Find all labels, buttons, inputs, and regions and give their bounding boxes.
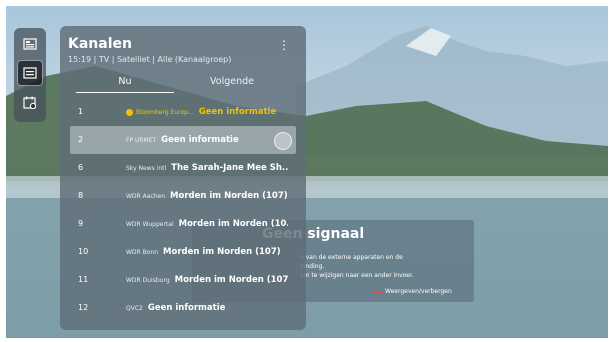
channel-number: 1 <box>78 107 84 116</box>
program-title: The Sarah-Jane Mee Sh... <box>171 163 288 173</box>
channel-row[interactable]: 8 WDR Aachen Morden im Norden (107) <box>70 182 296 210</box>
program-title: Morden im Norden (107) <box>174 275 288 285</box>
program-title: Geen informatie <box>161 135 239 145</box>
channel-name: WDR Aachen <box>126 192 166 200</box>
tab-next[interactable]: Volgende <box>174 76 290 87</box>
guide-icon <box>23 38 37 50</box>
channel-number: 8 <box>78 191 84 200</box>
channel-name: WDR Wuppertal <box>126 220 174 228</box>
channel-row[interactable]: 10 WDR Bonn Morden im Norden (107) <box>70 238 296 266</box>
schedule-icon <box>23 96 37 109</box>
tv-screen: Geen signaal n van de externe apparaten … <box>6 6 608 338</box>
channel-name: Sky News intl <box>126 164 167 172</box>
red-button-icon <box>374 290 381 293</box>
tab-bar: Nu Volgende <box>76 74 290 94</box>
channel-row[interactable]: 11 WDR Duisburg Morden im Norden (107) <box>70 266 296 294</box>
active-tab-indicator <box>76 92 174 93</box>
show-hide-toggle[interactable]: Weergeven/verbergen <box>374 288 452 295</box>
program-title: Geen informatie <box>147 303 226 313</box>
side-rail <box>14 28 46 122</box>
tab-now[interactable]: Nu <box>76 76 174 87</box>
program-title: Morden im Norden (107) <box>170 191 288 201</box>
show-hide-label: Weergeven/verbergen <box>385 288 452 295</box>
channel-row[interactable]: 12 QVC2 Geen informatie <box>70 294 296 322</box>
channels-panel: Kanalen 15:19 | TV | Satelliet | Alle (K… <box>60 26 306 330</box>
channel-name: Bloomberg Europ... <box>136 108 194 116</box>
channel-name: QVC2 <box>126 304 143 312</box>
channel-row[interactable]: 9 WDR Wuppertal Morden im Norden (10... <box>70 210 296 238</box>
more-options-icon[interactable]: ⋮ <box>278 38 290 52</box>
program-title: Geen informatie <box>198 107 277 117</box>
channel-name: WDR Duisburg <box>126 276 170 284</box>
panel-title: Kanalen <box>68 36 132 52</box>
program-title: Morden im Norden (10... <box>178 219 288 229</box>
channel-number: 10 <box>78 247 89 256</box>
channel-number: 12 <box>78 303 89 312</box>
channel-detail-icon[interactable] <box>274 132 292 150</box>
rail-guide-button[interactable] <box>18 32 42 56</box>
channel-number: 9 <box>78 219 84 228</box>
channel-row-selected[interactable]: 2 FP URMET Geen informatie <box>70 126 296 154</box>
program-title: Morden im Norden (107) <box>163 247 281 257</box>
channel-row[interactable]: 6 Sky News intl The Sarah-Jane Mee Sh... <box>70 154 296 182</box>
channel-list-icon <box>23 67 37 79</box>
channel-number: 2 <box>78 135 84 144</box>
channel-name: WDR Bonn <box>126 248 159 256</box>
rail-channel-list-button[interactable] <box>17 60 43 86</box>
panel-subtitle: 15:19 | TV | Satelliet | Alle (Kanaalgro… <box>68 55 232 64</box>
channel-name: FP URMET <box>126 136 157 144</box>
live-indicator-icon <box>126 108 133 116</box>
channel-row[interactable]: 1 Bloomberg Europ... Geen informatie <box>70 98 296 126</box>
no-signal-text-line1: n van de externe apparaten en de <box>300 254 403 261</box>
channel-number: 11 <box>78 275 89 284</box>
channel-number: 6 <box>78 163 84 172</box>
rail-schedule-button[interactable] <box>18 90 42 114</box>
no-signal-text-line3: om te wijzigen naar een ander invoer. <box>300 272 414 279</box>
